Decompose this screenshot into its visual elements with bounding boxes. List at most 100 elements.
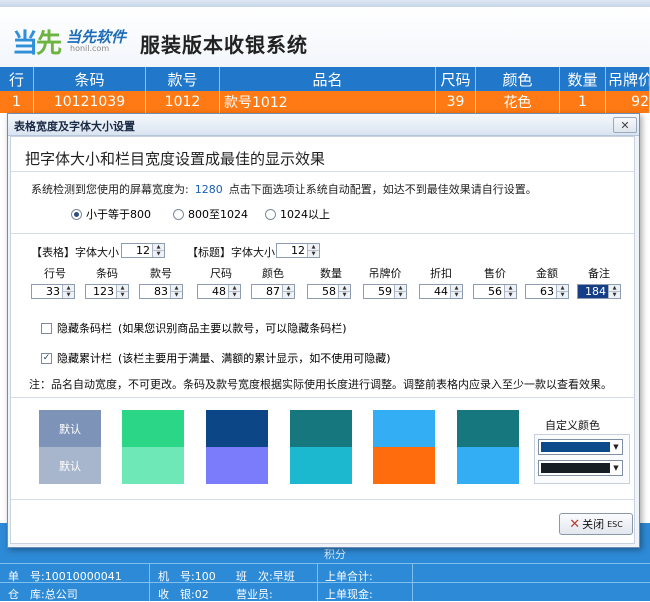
hide-cumulative-label: 隐藏累计栏 — [57, 352, 112, 365]
footer-store: 仓 库:总公司 — [8, 588, 78, 601]
color-swatch-6[interactable] — [457, 410, 519, 484]
cell-color: 花色 — [476, 91, 560, 113]
checkbox-icon — [41, 322, 52, 334]
stepper-arrows-icon[interactable]: ▲ ▼ — [116, 285, 128, 298]
chevron-down-icon[interactable]: ▼ — [611, 441, 621, 453]
radio-label: 1024以上 — [280, 208, 330, 221]
stepper-arrows-icon[interactable]: ▲ ▼ — [152, 244, 164, 257]
table-font-label: 【表格】字体大小 — [31, 246, 119, 259]
footer-last-cash: 上单现金: — [325, 588, 373, 601]
custom-color-picker-bottom[interactable]: ▼ — [538, 460, 623, 476]
radio-selected-icon — [71, 208, 82, 220]
stepper-arrows-icon[interactable]: ▲ ▼ — [504, 285, 516, 298]
hide-cumulative-checkbox[interactable]: ✓ 隐藏累计栏 (该栏主要用于满量、满额的累计显示，如不使用可隐藏) — [41, 350, 391, 366]
swatch-bottom — [373, 447, 435, 484]
col-header-row[interactable]: 行 — [0, 67, 34, 91]
col-header-tag-price[interactable]: 吊牌价 — [606, 67, 650, 91]
col-width-stepper-tag-price[interactable]: 59 ▲ ▼ — [363, 284, 407, 299]
stepper-arrows-icon[interactable]: ▲ ▼ — [170, 285, 182, 298]
color-swatch-3[interactable] — [206, 410, 268, 484]
dialog-titlebar[interactable]: 表格宽度及字体大小设置 ✕ — [8, 114, 639, 136]
close-button-label: 关闭 — [582, 518, 605, 531]
stepper-arrows-icon[interactable]: ▲ ▼ — [608, 285, 620, 298]
close-button[interactable]: ✕ 关闭 ESC — [559, 513, 633, 535]
radio-gt-1024[interactable]: 1024以上 — [265, 206, 330, 222]
cell-barcode: 10121039 — [34, 91, 146, 113]
company-logo: 当先 当先软件 honil.com — [12, 23, 130, 63]
color-fill — [541, 463, 610, 473]
color-swatch-5[interactable] — [373, 410, 435, 484]
col-label-tag-price: 吊牌价 — [368, 267, 402, 280]
col-label-style: 款号 — [150, 267, 172, 280]
dialog-headline: 把字体大小和栏目宽度设置成最佳的显示效果 — [25, 150, 326, 168]
radio-le-800[interactable]: 小于等于800 — [71, 206, 151, 222]
detect-suffix: 点击下面选项让系统自动配置，如达不到最佳效果请自行设置。 — [228, 183, 537, 196]
radio-label: 800至1024 — [188, 208, 248, 221]
color-swatch-2[interactable] — [122, 410, 184, 484]
col-width-stepper-style[interactable]: 83 ▲ ▼ — [139, 284, 183, 299]
footer-shift: 班 次:早班 — [236, 570, 295, 583]
col-label-size: 尺码 — [210, 267, 232, 280]
close-icon: ✕ — [620, 118, 630, 132]
stepper-arrows-icon[interactable]: ▲ ▼ — [282, 285, 294, 298]
dialog-close-button[interactable]: ✕ — [613, 117, 637, 133]
col-label-color: 颜色 — [262, 267, 284, 280]
col-label-qty: 数量 — [320, 267, 342, 280]
col-width-stepper-remark[interactable]: 184 ▲ ▼ — [577, 284, 621, 299]
close-button-key: ESC — [607, 519, 623, 529]
color-swatch-default[interactable]: 默认 默认 — [39, 410, 101, 484]
col-label-price: 售价 — [484, 267, 506, 280]
col-width-stepper-barcode[interactable]: 123 ▲ ▼ — [85, 284, 129, 299]
footer-divider — [149, 563, 150, 601]
col-width-stepper-size[interactable]: 48 ▲ ▼ — [197, 284, 241, 299]
hide-barcode-label: 隐藏条码栏 — [57, 322, 112, 335]
col-header-size[interactable]: 尺码 — [436, 67, 476, 91]
stepper-arrows-icon[interactable]: ▲ ▼ — [338, 285, 350, 298]
footer-divider — [412, 563, 413, 601]
col-width-stepper-amount[interactable]: 63 ▲ ▼ — [525, 284, 569, 299]
detect-prefix: 系统检测到您使用的屏幕宽度为: — [31, 183, 189, 196]
swatch-top — [290, 410, 352, 447]
custom-color-label: 自定义颜色 — [545, 419, 600, 432]
stepper-arrows-icon[interactable]: ▲ ▼ — [556, 285, 568, 298]
col-width-stepper-row[interactable]: 33 ▲ ▼ — [31, 284, 75, 299]
divider — [11, 397, 634, 398]
title-font-stepper[interactable]: 12 ▲ ▼ — [276, 243, 320, 258]
color-swatch-4[interactable] — [290, 410, 352, 484]
col-header-name[interactable]: 品名 — [220, 67, 436, 91]
col-width-stepper-color[interactable]: 87 ▲ ▼ — [251, 284, 295, 299]
footer-points-label: 积分 — [324, 548, 346, 561]
col-width-stepper-discount[interactable]: 44 ▲ ▼ — [419, 284, 463, 299]
hide-barcode-checkbox[interactable]: 隐藏条码栏 (如果您识别商品主要以款号，可以隐藏条码栏) — [41, 320, 347, 336]
close-x-icon: ✕ — [569, 516, 581, 532]
custom-color-picker-top[interactable]: ▼ — [538, 439, 623, 455]
col-width-stepper-price[interactable]: 56 ▲ ▼ — [473, 284, 517, 299]
footer-last-total: 上单合计: — [325, 570, 373, 583]
title-font-label: 【标题】字体大小 — [187, 246, 275, 259]
footer-cashier: 收 银:02 — [158, 588, 209, 601]
col-width-stepper-qty[interactable]: 58 ▲ ▼ — [307, 284, 351, 299]
swatch-bottom — [122, 447, 184, 484]
divider — [11, 171, 634, 172]
stepper-arrows-icon[interactable]: ▲ ▼ — [450, 285, 462, 298]
col-label-barcode: 条码 — [96, 267, 118, 280]
footer-staff: 营业员: — [236, 588, 273, 601]
col-header-barcode[interactable]: 条码 — [34, 67, 146, 91]
col-label-remark: 备注 — [588, 267, 610, 280]
footer-doc-no: 单 号:10010000041 — [8, 570, 122, 583]
table-font-stepper[interactable]: 12 ▲ ▼ — [121, 243, 165, 258]
stepper-arrows-icon[interactable]: ▲ ▼ — [228, 285, 240, 298]
col-header-color[interactable]: 颜色 — [476, 67, 560, 91]
cell-tag-price: 92 — [606, 91, 650, 113]
chevron-down-icon[interactable]: ▼ — [611, 462, 621, 474]
stepper-arrows-icon[interactable]: ▲ ▼ — [307, 244, 319, 257]
table-row[interactable]: 1 10121039 1012 款号1012 39 花色 1 92 — [0, 91, 650, 113]
stepper-arrows-icon[interactable]: ▲ ▼ — [62, 285, 74, 298]
col-header-qty[interactable]: 数量 — [560, 67, 606, 91]
detected-width: 1280 — [194, 183, 223, 196]
radio-800-1024[interactable]: 800至1024 — [173, 206, 248, 222]
radio-icon — [173, 208, 184, 220]
stepper-arrows-icon[interactable]: ▲ ▼ — [394, 285, 406, 298]
swatch-bottom — [206, 447, 268, 484]
col-header-style[interactable]: 款号 — [146, 67, 220, 91]
